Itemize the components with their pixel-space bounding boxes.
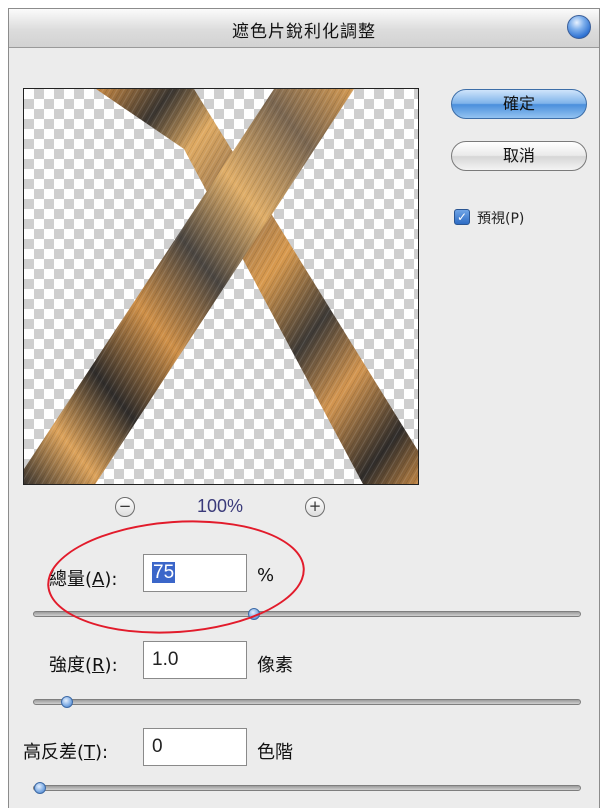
preview-pane[interactable] xyxy=(23,88,419,485)
radius-label: 強度(R): xyxy=(49,655,118,676)
threshold-input[interactable]: 0 xyxy=(143,728,247,766)
amount-unit: % xyxy=(257,565,275,586)
radius-slider[interactable] xyxy=(33,696,581,708)
amount-slider[interactable] xyxy=(33,608,581,620)
preview-checkbox-label[interactable]: 預視(P) xyxy=(477,208,524,228)
checkmark-icon[interactable]: ✓ xyxy=(454,209,470,225)
zoom-level: 100% xyxy=(196,496,244,516)
amount-slider-thumb[interactable] xyxy=(248,608,260,620)
ok-button[interactable]: 確定 xyxy=(451,89,587,119)
radius-input[interactable]: 1.0 xyxy=(143,641,247,679)
radius-unit: 像素 xyxy=(257,655,293,676)
radius-slider-thumb[interactable] xyxy=(61,696,73,708)
cancel-button[interactable]: 取消 xyxy=(451,141,587,171)
threshold-slider[interactable] xyxy=(33,782,581,794)
zoom-in-icon[interactable]: + xyxy=(305,497,325,517)
dialog-title: 遮色片銳利化調整 xyxy=(232,22,376,42)
amount-label: 總量(A): xyxy=(49,569,118,590)
amount-input[interactable]: 75 xyxy=(143,554,247,592)
title-bar: 遮色片銳利化調整 xyxy=(9,9,599,48)
zoom-out-icon[interactable]: − xyxy=(115,497,135,517)
fur-x-image xyxy=(24,89,418,484)
threshold-unit: 色階 xyxy=(257,742,293,763)
threshold-slider-thumb[interactable] xyxy=(34,782,46,794)
threshold-label: 高反差(T): xyxy=(23,742,109,763)
aqua-orb-icon[interactable] xyxy=(567,15,591,39)
unsharp-mask-dialog: 遮色片銳利化調整 − 100% + 確定 取消 ✓ 預視(P) 總量(A): 7… xyxy=(8,8,600,808)
